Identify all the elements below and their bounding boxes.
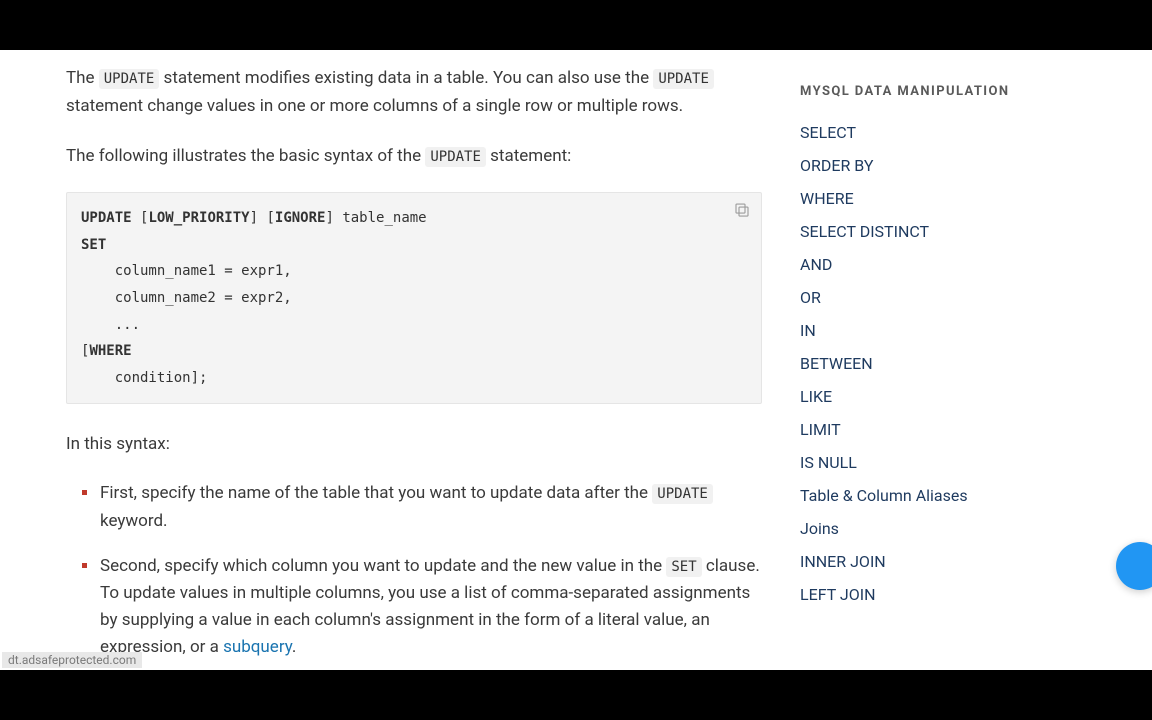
subquery-link[interactable]: subquery: [223, 637, 292, 657]
keyword: IGNORE: [275, 210, 326, 226]
text: statement change values in one or more c…: [66, 96, 683, 116]
inline-code: UPDATE: [99, 69, 160, 89]
keyword: LOW_PRIORITY: [148, 210, 249, 226]
text: First, specify the name of the table tha…: [100, 483, 652, 503]
top-black-bar: [0, 0, 1152, 50]
sidebar-item-select[interactable]: SELECT: [800, 123, 856, 142]
text: keyword.: [100, 511, 168, 531]
sidebar-item-aliases[interactable]: Table & Column Aliases: [800, 486, 968, 505]
inline-code: UPDATE: [425, 147, 486, 167]
text: .: [292, 637, 296, 657]
sidebar-item-left-join[interactable]: LEFT JOIN: [800, 585, 876, 604]
sidebar-item-joins[interactable]: Joins: [800, 519, 839, 538]
sidebar-item-like[interactable]: LIKE: [800, 387, 832, 406]
code-line: column_name1 = expr1,: [81, 263, 292, 279]
keyword: WHERE: [89, 343, 131, 359]
sql-code-block: UPDATE [LOW_PRIORITY] [IGNORE] table_nam…: [66, 192, 762, 404]
sidebar-item-isnull[interactable]: IS NULL: [800, 453, 857, 472]
sidebar-item-in[interactable]: IN: [800, 321, 816, 340]
article-column: The UPDATE statement modifies existing d…: [66, 64, 762, 670]
sidebar-item-or[interactable]: OR: [800, 288, 821, 307]
text: The: [66, 68, 99, 88]
bottom-black-bar: [0, 670, 1152, 720]
code-line: condition];: [81, 370, 207, 386]
sidebar-list: SELECT ORDER BY WHERE SELECT DISTINCT AN…: [800, 123, 1040, 604]
sidebar-title: MYSQL DATA MANIPULATION: [800, 84, 1040, 99]
copy-icon[interactable]: [733, 201, 751, 219]
inline-code: UPDATE: [653, 69, 714, 89]
text: statement modifies existing data in a ta…: [159, 68, 653, 88]
list-item: Second, specify which column you want to…: [88, 553, 762, 662]
content-area: The UPDATE statement modifies existing d…: [0, 50, 1152, 670]
text: The following illustrates the basic synt…: [66, 146, 425, 166]
keyword: UPDATE: [81, 210, 132, 226]
sidebar-item-and[interactable]: AND: [800, 255, 832, 274]
sidebar-item-where[interactable]: WHERE: [800, 189, 854, 208]
status-hover-url: dt.adsafeprotected.com: [2, 652, 142, 668]
list-item: First, specify the name of the table tha…: [88, 480, 762, 534]
code-line: column_name2 = expr2,: [81, 290, 292, 306]
sidebar-nav: MYSQL DATA MANIPULATION SELECT ORDER BY …: [800, 84, 1040, 618]
chat-widget-button[interactable]: [1116, 542, 1152, 590]
syntax-list: First, specify the name of the table tha…: [66, 480, 762, 661]
code-line: ...: [81, 317, 140, 333]
sidebar-item-limit[interactable]: LIMIT: [800, 420, 841, 439]
syntax-label: In this syntax:: [66, 430, 762, 458]
inline-code: SET: [666, 557, 701, 577]
text: ] table_name: [325, 210, 426, 226]
text: [: [132, 210, 149, 226]
text: Second, specify which column you want to…: [100, 556, 666, 576]
keyword: SET: [81, 237, 106, 253]
intro-paragraph-1: The UPDATE statement modifies existing d…: [66, 64, 762, 120]
text: statement:: [486, 146, 571, 166]
sidebar-item-between[interactable]: BETWEEN: [800, 354, 873, 373]
intro-paragraph-2: The following illustrates the basic synt…: [66, 142, 762, 170]
sidebar-item-inner-join[interactable]: INNER JOIN: [800, 552, 886, 571]
sidebar-item-select-distinct[interactable]: SELECT DISTINCT: [800, 222, 929, 241]
inline-code: UPDATE: [652, 484, 713, 504]
sidebar-item-orderby[interactable]: ORDER BY: [800, 156, 873, 175]
text: ] [: [250, 210, 275, 226]
